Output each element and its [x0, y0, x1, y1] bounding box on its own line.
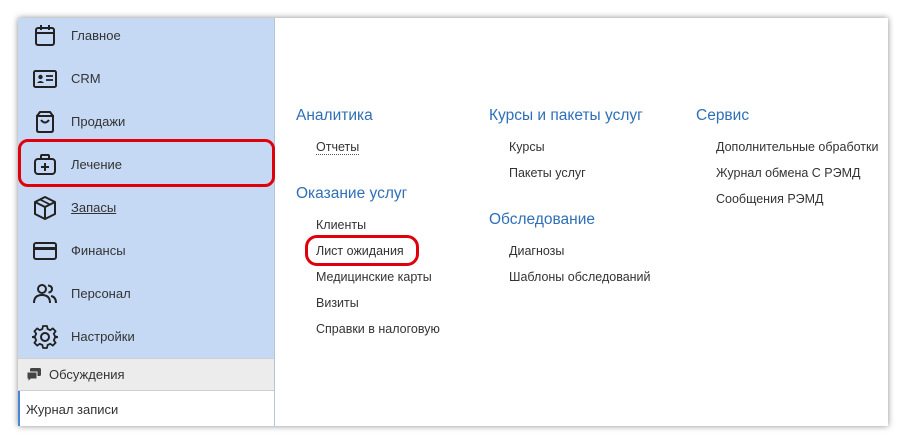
discussions-label: Обсуждения	[49, 367, 125, 382]
link-remd-exchange-log[interactable]: Журнал обмена С РЭМД	[716, 166, 861, 180]
link-tax-certificates[interactable]: Справки в налоговую	[316, 322, 440, 336]
sidebar-item-stock[interactable]: Запасы	[18, 186, 274, 229]
sidebar-item-treatment[interactable]: Лечение	[18, 143, 274, 186]
link-extra-processing[interactable]: Дополнительные обработки	[716, 140, 878, 154]
link-service-packages[interactable]: Пакеты услуг	[509, 166, 586, 180]
sidebar-item-label: Персонал	[71, 286, 131, 301]
group-title-service: Сервис	[696, 107, 750, 124]
sidebar-item-label: Лечение	[71, 157, 123, 172]
link-clients[interactable]: Клиенты	[316, 218, 366, 232]
active-indicator	[18, 391, 20, 426]
link-medical-cards[interactable]: Медицинские карты	[316, 270, 432, 284]
sidebar-item-label: Настройки	[71, 329, 135, 344]
group-title-analytics: Аналитика	[296, 107, 373, 124]
link-courses[interactable]: Курсы	[509, 140, 545, 154]
sidebar-item-label: Продажи	[71, 114, 126, 129]
link-diagnoses[interactable]: Диагнозы	[509, 244, 564, 258]
sidebar-item-staff[interactable]: Персонал	[18, 272, 274, 315]
people-icon	[32, 281, 58, 307]
link-waiting-list[interactable]: Лист ожидания	[316, 244, 404, 258]
shopping-bag-icon	[32, 109, 58, 135]
sidebar-item-sales[interactable]: Продажи	[18, 100, 274, 143]
sidebar-item-label: Запасы	[71, 200, 117, 215]
link-visits[interactable]: Визиты	[316, 296, 359, 310]
sidebar-item-finance[interactable]: Финансы	[18, 229, 274, 272]
credit-card-icon	[32, 238, 58, 264]
sidebar-item-crm[interactable]: CRM	[18, 57, 274, 100]
link-remd-messages[interactable]: Сообщения РЭМД	[716, 192, 824, 206]
contact-card-icon	[32, 66, 58, 92]
app-window: Главное CRM Продажи Лечение Запасы Финан…	[18, 18, 888, 426]
journal-label: Журнал записи	[26, 401, 119, 417]
medical-bag-icon	[32, 152, 58, 178]
sidebar-item-label: Главное	[71, 28, 121, 43]
link-exam-templates[interactable]: Шаблоны обследований	[509, 270, 651, 284]
calendar-icon	[32, 23, 58, 49]
gear-icon	[32, 324, 58, 350]
group-title-services: Оказание услуг	[296, 185, 408, 202]
journal-panel[interactable]: Журнал записи	[18, 390, 274, 426]
chat-icon	[26, 367, 42, 384]
box-icon	[32, 195, 58, 221]
group-title-courses: Курсы и пакеты услуг	[489, 107, 643, 124]
sidebar-item-main[interactable]: Главное	[18, 18, 274, 57]
sidebar-item-settings[interactable]: Настройки	[18, 315, 274, 358]
sidebar-item-label: CRM	[71, 71, 101, 86]
sidebar: Главное CRM Продажи Лечение Запасы Финан…	[18, 18, 275, 426]
discussions-panel[interactable]: Обсуждения	[18, 358, 274, 390]
section-content: Аналитика Отчеты Оказание услуг Клиенты …	[275, 18, 888, 426]
group-title-exam: Обследование	[489, 211, 596, 228]
link-reports[interactable]: Отчеты	[316, 140, 360, 155]
sidebar-item-label: Финансы	[71, 243, 126, 258]
